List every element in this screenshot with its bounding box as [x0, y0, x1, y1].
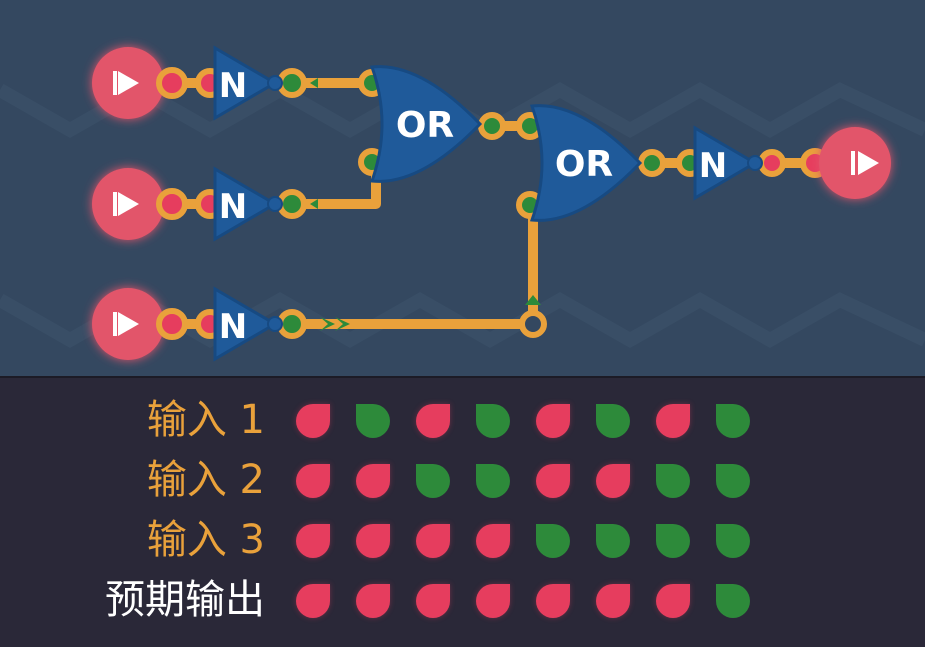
signal-off-dot [476, 584, 510, 618]
or-gate-label: OR [396, 105, 454, 146]
signal-on-dot [476, 404, 510, 438]
signal-on-dot [656, 464, 690, 498]
not-gate-4[interactable]: N [693, 125, 763, 201]
not-gate-label: N [219, 66, 247, 106]
signal-off-dot [476, 524, 510, 558]
signal-on-dot [476, 464, 510, 498]
row-label: 预期输出 [105, 577, 265, 623]
input-node-1[interactable] [92, 47, 164, 119]
signal-on-dot [656, 524, 690, 558]
signal-on-dot [596, 524, 630, 558]
row-label: 输入 1 [146, 397, 265, 443]
signal-off-dot [536, 404, 570, 438]
signal-off-dot [296, 404, 330, 438]
not-gate-label: N [219, 187, 247, 227]
signal-off-dot [356, 584, 390, 618]
or-gate-1[interactable]: OR [369, 65, 483, 183]
signal-on-dot [596, 404, 630, 438]
signal-off-dot [656, 404, 690, 438]
signal-off-dot [296, 584, 330, 618]
signal-off-dot [536, 584, 570, 618]
signal-off-dot [596, 464, 630, 498]
signal-on-dot [716, 524, 750, 558]
signal-on-dot [716, 584, 750, 618]
signal-off-dot [416, 584, 450, 618]
signal-off-dot [296, 464, 330, 498]
signal-off-dot [656, 584, 690, 618]
truth-table-row: 输入 3 [0, 510, 925, 570]
signal-off-dot [416, 404, 450, 438]
truth-table-row: 输入 2 [0, 450, 925, 510]
signal-off-dot [536, 464, 570, 498]
truth-table: 输入 1 输入 2 输入 3 预期输出 [0, 378, 925, 647]
truth-table-row: 预期输出 [0, 570, 925, 630]
circuit-board: N N N N OR OR [0, 0, 925, 376]
signal-on-dot [356, 404, 390, 438]
signal-off-dot [416, 524, 450, 558]
signal-on-dot [536, 524, 570, 558]
signal-on-dot [716, 404, 750, 438]
not-gate-label: N [699, 146, 727, 186]
signal-off-dot [296, 524, 330, 558]
input-node-2[interactable] [92, 168, 164, 240]
signal-off-dot [596, 584, 630, 618]
circuit-canvas: N N N N OR OR [0, 45, 925, 362]
not-gate-2[interactable]: N [213, 166, 283, 242]
signal-on-dot [416, 464, 450, 498]
row-label: 输入 3 [146, 517, 265, 563]
input-node-3[interactable] [92, 288, 164, 360]
output-node[interactable] [819, 127, 891, 199]
not-gate-label: N [219, 307, 247, 347]
signal-on-dot [716, 464, 750, 498]
row-label: 输入 2 [146, 457, 265, 503]
or-gate-label: OR [555, 144, 613, 185]
signal-off-dot [356, 524, 390, 558]
signal-off-dot [356, 464, 390, 498]
truth-table-row: 输入 1 [0, 390, 925, 450]
